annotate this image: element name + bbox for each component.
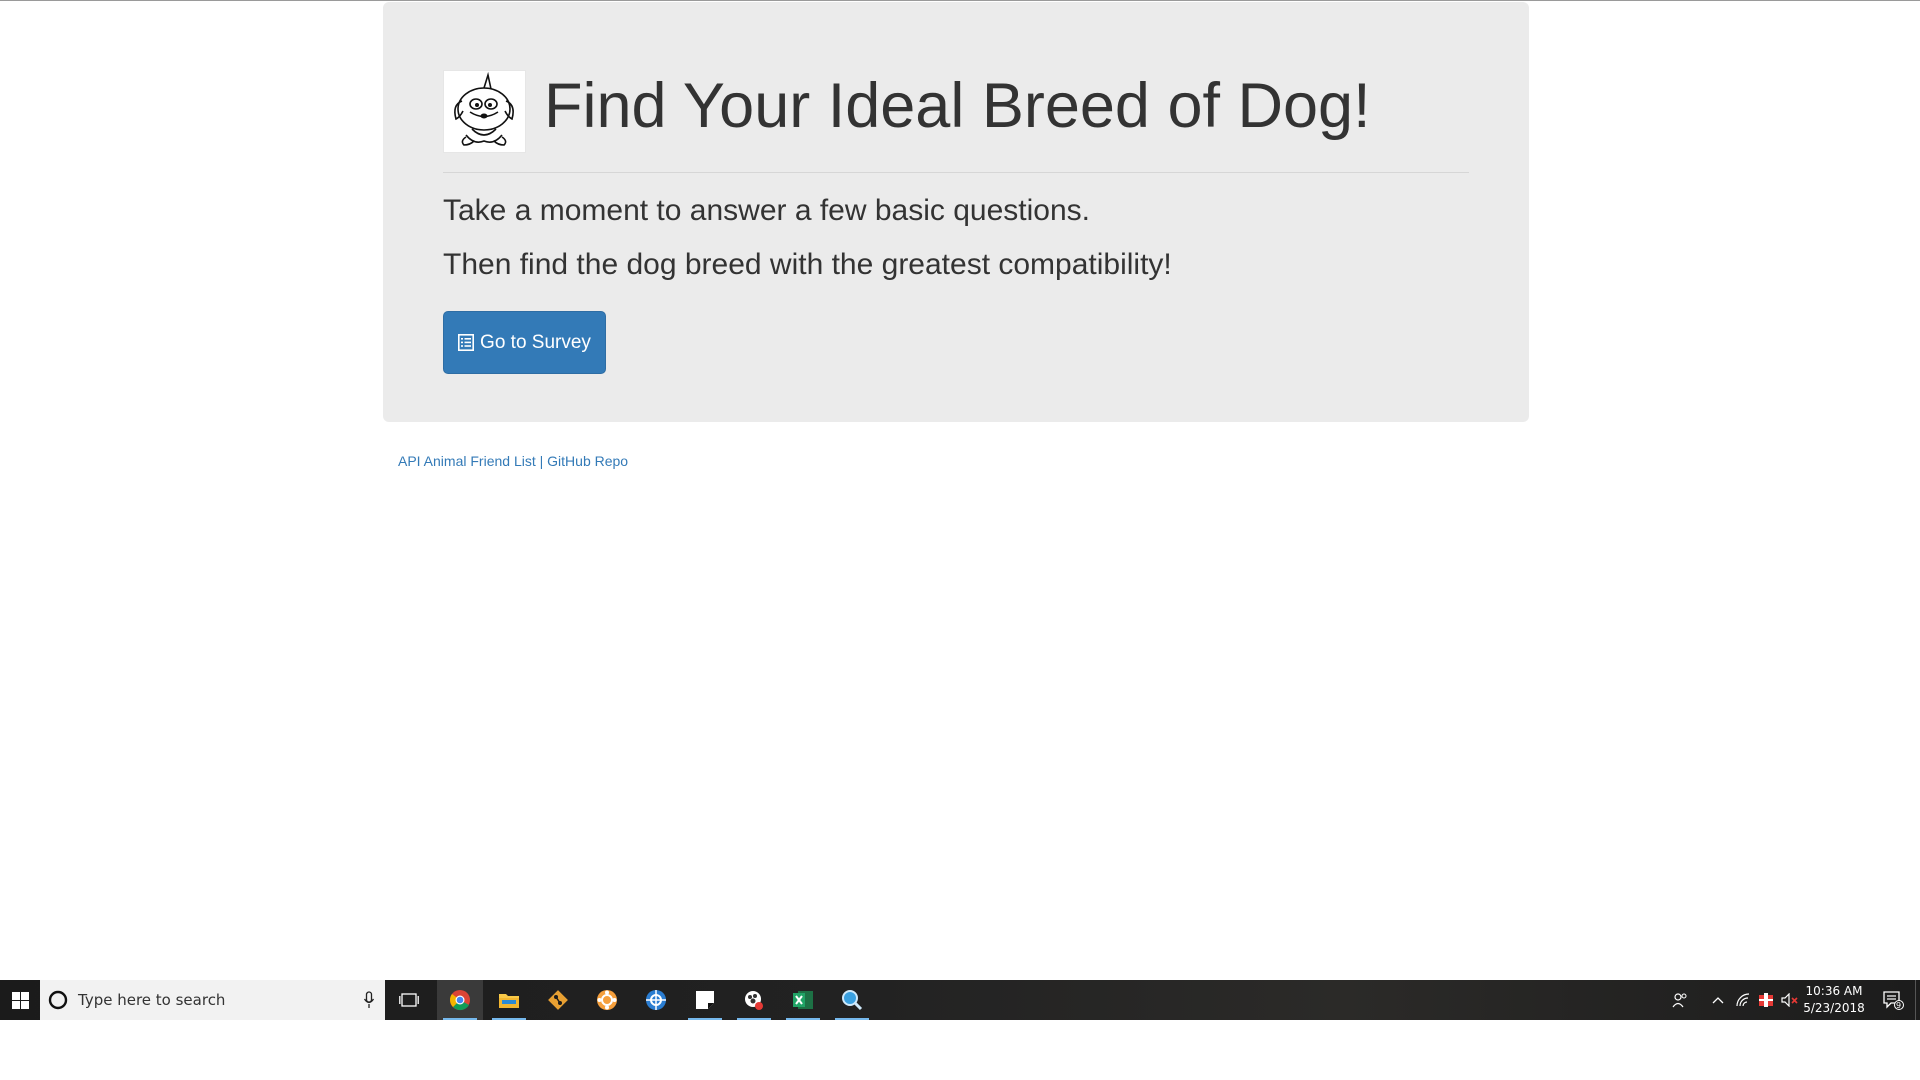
chrome-icon[interactable] — [437, 980, 483, 1020]
screen-bottom-area — [0, 1020, 1920, 1080]
dog-logo-icon — [443, 70, 526, 153]
show-desktop-button[interactable] — [1915, 980, 1920, 1020]
excel-icon[interactable] — [780, 980, 826, 1020]
search-placeholder: Type here to search — [78, 991, 226, 1009]
clock-date: 5/23/2018 — [1803, 1001, 1865, 1015]
list-alt-icon — [458, 334, 475, 351]
git-icon[interactable] — [535, 980, 581, 1020]
action-center-icon[interactable]: 9 — [1872, 980, 1914, 1020]
people-icon[interactable] — [1668, 980, 1692, 1020]
clock-time: 10:36 AM — [1805, 984, 1863, 998]
paw-app-icon[interactable] — [731, 980, 777, 1020]
sticky-notes-icon[interactable] — [682, 980, 728, 1020]
microphone-icon[interactable] — [363, 991, 375, 1014]
lead-text-1: Take a moment to answer a few basic ques… — [443, 194, 1090, 227]
windows-taskbar: Type here to search 10:36 AM 5/23/2018 9 — [0, 980, 1920, 1020]
go-to-survey-button[interactable]: Go to Survey — [443, 311, 606, 374]
volume-muted-icon[interactable] — [1778, 980, 1802, 1020]
app-icon-orange[interactable] — [584, 980, 630, 1020]
taskbar-clock[interactable]: 10:36 AM 5/23/2018 — [1800, 983, 1868, 1017]
go-to-survey-label: Go to Survey — [480, 331, 591, 353]
search-app-icon[interactable] — [829, 980, 875, 1020]
github-repo-link[interactable]: GitHub Repo — [547, 453, 628, 469]
file-explorer-icon[interactable] — [486, 980, 532, 1020]
network-icon[interactable] — [1731, 980, 1755, 1020]
jumbotron: Find Your Ideal Breed of Dog! Take a mom… — [383, 2, 1529, 422]
cortana-icon — [48, 990, 68, 1010]
browser-page: Find Your Ideal Breed of Dog! Take a mom… — [0, 0, 1920, 980]
api-animal-friend-list-link[interactable]: API Animal Friend List — [398, 453, 536, 469]
chevron-up-icon[interactable] — [1706, 980, 1730, 1020]
start-button[interactable] — [0, 980, 40, 1020]
divider — [443, 172, 1469, 173]
taskbar-search-box[interactable]: Type here to search — [40, 980, 385, 1020]
footer-links: API Animal Friend List | GitHub Repo — [398, 453, 628, 469]
footer-separator: | — [539, 453, 544, 469]
page-title: Find Your Ideal Breed of Dog! — [544, 71, 1371, 141]
security-app-icon[interactable] — [1754, 980, 1778, 1020]
app-icon-blue[interactable] — [633, 980, 679, 1020]
lead-text-2: Then find the dog breed with the greates… — [443, 248, 1172, 281]
notification-count: 9 — [1896, 1001, 1902, 1010]
task-view-icon[interactable] — [386, 980, 432, 1020]
windows-logo-icon — [11, 991, 29, 1009]
